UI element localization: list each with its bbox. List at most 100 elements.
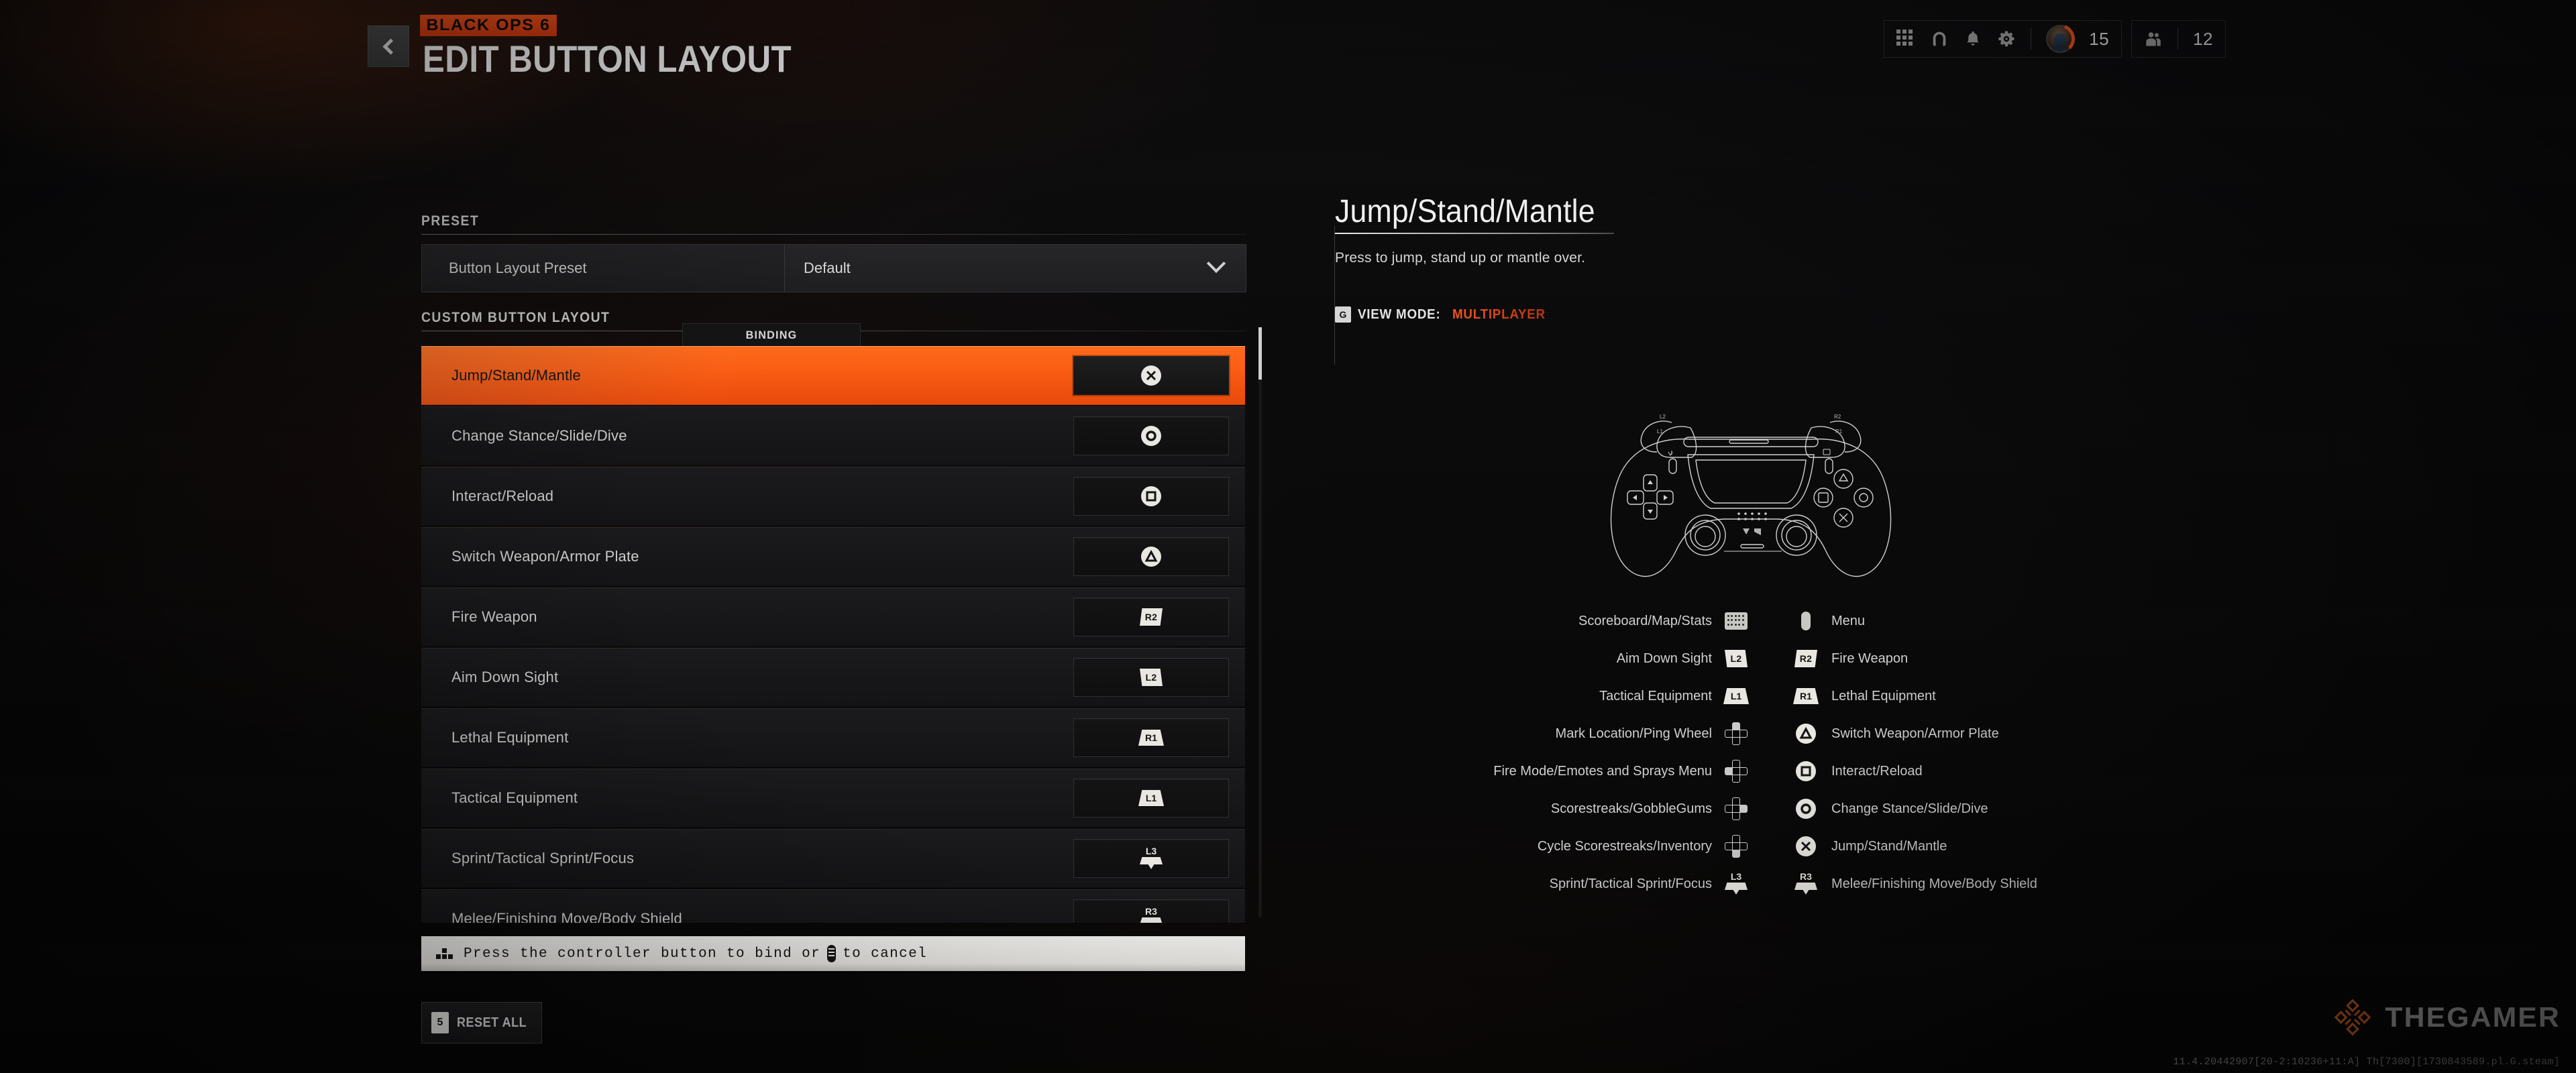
dpad-up-icon [1725,722,1748,745]
legend-label: Menu [1831,613,1866,628]
binding-action-label: Aim Down Sight [451,669,559,685]
svg-text:L1: L1 [1657,429,1663,435]
legend-row: Tactical Equipment L1 R1 Lethal Equipment [1462,677,2133,715]
legend-row: Scoreboard/Map/Stats Menu [1462,602,2133,640]
binding-value-cell[interactable] [1073,537,1229,576]
page-title: EDIT BUTTON LAYOUT [423,38,792,80]
back-button[interactable] [368,25,409,67]
triangle-button-icon [1141,547,1161,567]
binding-row[interactable]: Switch Weapon/Armor Plate [421,527,1245,586]
dpad-right-icon [1725,797,1748,820]
r1-button-icon: R1 [1138,730,1164,746]
triangle-button-icon [1796,724,1816,744]
settings-column: PRESET Button Layout Preset Default CUST… [421,213,1246,331]
r2-button-icon: R2 [1140,608,1163,626]
binding-action-label: Jump/Stand/Mantle [451,367,581,384]
l1-button-icon: L1 [1138,790,1164,806]
svg-text:R1: R1 [1835,429,1843,435]
binding-action-label: Interact/Reload [451,488,554,504]
legend-row: Aim Down Sight L2 R2 Fire Weapon [1462,640,2133,677]
legend-label: Aim Down Sight [1616,651,1712,666]
scrollbar-thumb[interactable] [1258,327,1262,380]
avatar[interactable] [2045,24,2076,54]
binding-list[interactable]: Jump/Stand/Mantle Change Stance/Slide/Div… [421,346,1245,923]
grid-icon[interactable] [1896,30,1915,48]
game-logo-badge: BLACK OPS 6 [420,15,557,36]
view-mode-value: MULTIPLAYER [1452,306,1546,322]
binding-value-cell[interactable]: L3 [1073,839,1229,878]
legend-row: Fire Mode/Emotes and Sprays Menu Interact… [1462,752,2133,790]
headset-icon[interactable] [1930,30,1949,48]
chevron-left-icon [382,38,399,55]
binding-value-cell[interactable]: R2 [1073,598,1229,636]
friends-pill[interactable]: 12 [2131,20,2226,58]
binding-row[interactable]: Lethal Equipment R1 [421,708,1245,767]
header-utility-cluster: 15 12 [1884,20,2226,58]
gear-icon[interactable] [1997,30,2016,48]
detail-description: Press to jump, stand up or mantle over. [1335,250,1586,266]
friends-icon [2144,30,2163,48]
r2-button-icon: R2 [1794,650,1817,667]
list-scrollbar[interactable] [1258,327,1262,917]
preset-row-label: Button Layout Preset [449,260,587,276]
prompt-text-before: Press the controller button to bind or [464,946,821,962]
binding-action-label: Sprint/Tactical Sprint/Focus [451,850,635,866]
binding-row[interactable]: Fire Weapon R2 [421,587,1245,646]
legend-row: Mark Location/Ping Wheel Switch Weapon/Ar… [1462,715,2133,752]
square-button-icon [1796,761,1816,781]
preset-section-label: PRESET [421,213,480,229]
binding-value-cell[interactable]: L1 [1073,779,1229,817]
legend-glyph [1721,760,1751,783]
binding-row[interactable]: Melee/Finishing Move/Body Shield R3 [421,889,1245,923]
legend-right-entry: Jump/Stand/Mantle [1791,836,2127,856]
view-mode-row[interactable]: G VIEW MODE: MULTIPLAYER [1335,306,2180,323]
legend-label: Tactical Equipment [1599,688,1712,703]
legend-glyph: R3 [1791,871,1821,895]
options-button-icon [827,945,837,962]
binding-action-label: Lethal Equipment [451,729,569,746]
r1-button-icon: R1 [1793,688,1819,704]
binding-row[interactable]: Sprint/Tactical Sprint/Focus L3 [421,829,1245,888]
legend-glyph [1791,761,1821,781]
legend-label: Interact/Reload [1831,763,1923,779]
preset-row[interactable]: Button Layout Preset Default [421,244,1246,292]
binding-row[interactable]: Aim Down Sight L2 [421,648,1245,707]
binding-value-cell[interactable] [1073,356,1229,395]
l3-button-icon: L3 [1723,871,1750,895]
binding-value-cell[interactable]: R3 [1073,899,1229,923]
controller-diagram: L2 L1 R2 R1 [1590,376,1912,590]
legend-left-entry: Fire Mode/Emotes and Sprays Menu [1462,760,1751,783]
binding-row[interactable]: Change Stance/Slide/Dive [421,406,1245,465]
binding-row[interactable]: Tactical Equipment L1 [421,769,1245,828]
friends-count: 12 [2193,28,2213,49]
legend-glyph [1721,835,1751,858]
legend-glyph [1791,836,1821,856]
section-divider [421,234,1246,235]
legend-glyph [1721,722,1751,745]
view-mode-key: G [1335,306,1351,323]
binding-value-cell[interactable]: R1 [1073,718,1229,757]
square-button-icon [1141,486,1161,506]
binding-prompt-text: Press the controller button to bind or t… [464,945,927,962]
svg-text:L2: L2 [1660,414,1666,420]
binding-value-cell[interactable] [1073,416,1229,455]
binding-row[interactable]: Interact/Reload [421,467,1245,526]
legend-row: Cycle Scorestreaks/Inventory Jump/Stand/M… [1462,828,2133,865]
legend-row: Sprint/Tactical Sprint/Focus L3 R3 Melee/Fi… [1462,865,2133,903]
binding-value-cell[interactable] [1073,477,1229,516]
legend-label: Change Stance/Slide/Dive [1831,801,1988,816]
header-bar: BLACK OPS 6 EDIT BUTTON LAYOUT 15 12 [0,0,2576,101]
legend-glyph: R1 [1791,688,1821,704]
binding-value-cell[interactable]: L2 [1073,658,1229,697]
legend-glyph [1721,797,1751,820]
binding-prompt-toast: Press the controller button to bind or t… [421,936,1245,971]
legend-row: Scorestreaks/GobbleGums Change Stance/Sli… [1462,790,2133,828]
reset-all-button[interactable]: 5 RESET ALL [421,1002,542,1043]
legend-left-entry: Mark Location/Ping Wheel [1462,722,1751,745]
binding-row[interactable]: Jump/Stand/Mantle [421,346,1245,405]
bell-icon[interactable] [1964,30,1982,48]
panel-edge [1334,225,1335,365]
preset-dropdown[interactable]: Default [784,245,1246,292]
cross-button-icon [1141,365,1161,386]
prompt-text-after: to cancel [843,946,928,962]
